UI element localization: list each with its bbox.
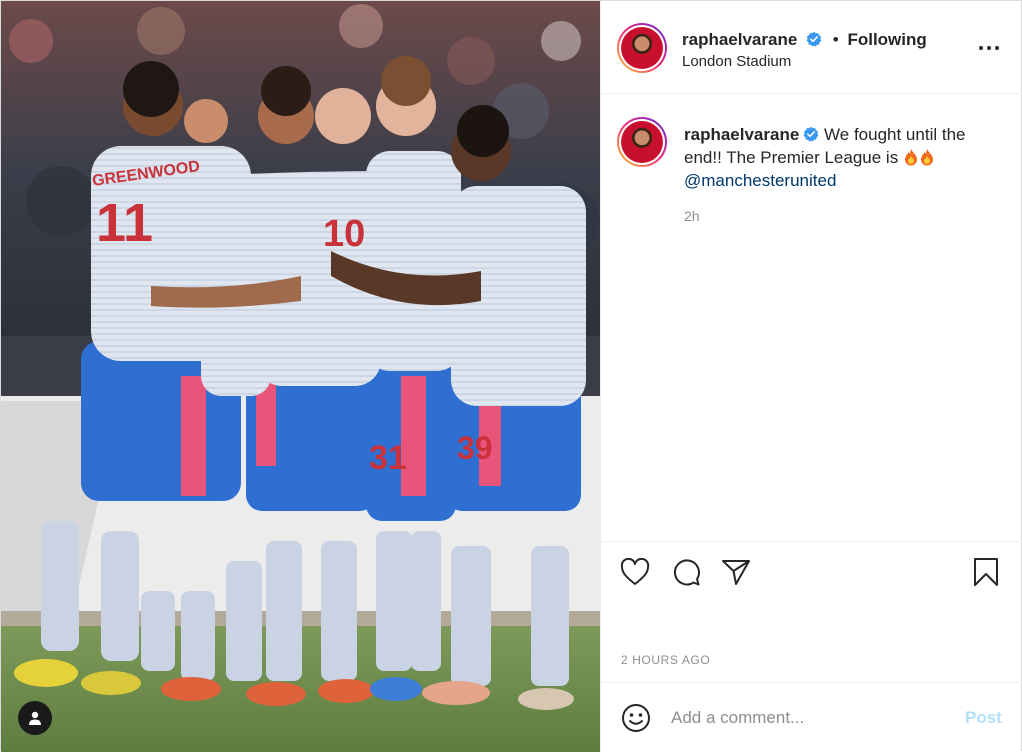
caption-relative-time[interactable]: 2h: [684, 208, 700, 224]
action-bar: [601, 541, 1022, 603]
post-photo[interactable]: 11 GREENWOOD 10 31 39: [1, 1, 600, 752]
user-tag-icon: [29, 711, 41, 725]
user-tag-button[interactable]: [18, 701, 52, 735]
author-line: raphaelvarane • Following: [682, 30, 927, 50]
heart-icon: [620, 558, 650, 585]
author-username[interactable]: raphaelvarane: [682, 30, 797, 49]
verified-badge-icon: [803, 126, 819, 142]
mention-link[interactable]: @manchesterunited: [684, 171, 836, 190]
bookmark-icon: [974, 558, 998, 586]
share-button[interactable]: [720, 556, 752, 588]
save-button[interactable]: [970, 556, 1002, 588]
caption-author-username[interactable]: raphaelvarane: [684, 125, 799, 144]
jersey-number-10: 10: [323, 213, 365, 255]
jersey-number-11: 11: [96, 193, 153, 253]
emoji-button[interactable]: [621, 703, 651, 733]
comment-input[interactable]: [671, 705, 941, 731]
fire-emoji-icon: [920, 149, 933, 166]
caption-author-avatar[interactable]: [617, 117, 667, 167]
like-button[interactable]: [619, 556, 651, 588]
author-avatar[interactable]: [617, 23, 667, 73]
more-options-icon: [979, 46, 983, 50]
verified-badge-icon: [806, 31, 822, 47]
post-timestamp[interactable]: 2 HOURS AGO: [621, 653, 710, 667]
separator-dot: •: [832, 30, 839, 49]
following-button[interactable]: Following: [847, 30, 926, 49]
fire-emoji-icon: [904, 149, 917, 166]
comment-form: Post: [601, 682, 1022, 752]
post-location[interactable]: London Stadium: [682, 53, 791, 70]
post-details-panel: raphaelvarane • Following London Stadium…: [600, 1, 1022, 752]
post-header: raphaelvarane • Following London Stadium: [601, 1, 1022, 94]
jersey-number-39: 39: [457, 430, 493, 466]
post-caption: raphaelvarane We fought until the end!! …: [684, 123, 994, 192]
share-icon: [722, 560, 750, 585]
team-celebration-photo: 11 GREENWOOD 10 31 39: [1, 1, 600, 752]
comment-button[interactable]: [670, 556, 702, 588]
emoji-icon: [622, 704, 650, 732]
post-comment-button[interactable]: Post: [965, 708, 1002, 728]
jersey-number-31: 31: [369, 439, 407, 477]
more-options-button[interactable]: [976, 37, 1002, 59]
instagram-post: 11 GREENWOOD 10 31 39 raphaelvarane • Fo…: [0, 0, 1022, 752]
comment-icon: [673, 559, 700, 586]
